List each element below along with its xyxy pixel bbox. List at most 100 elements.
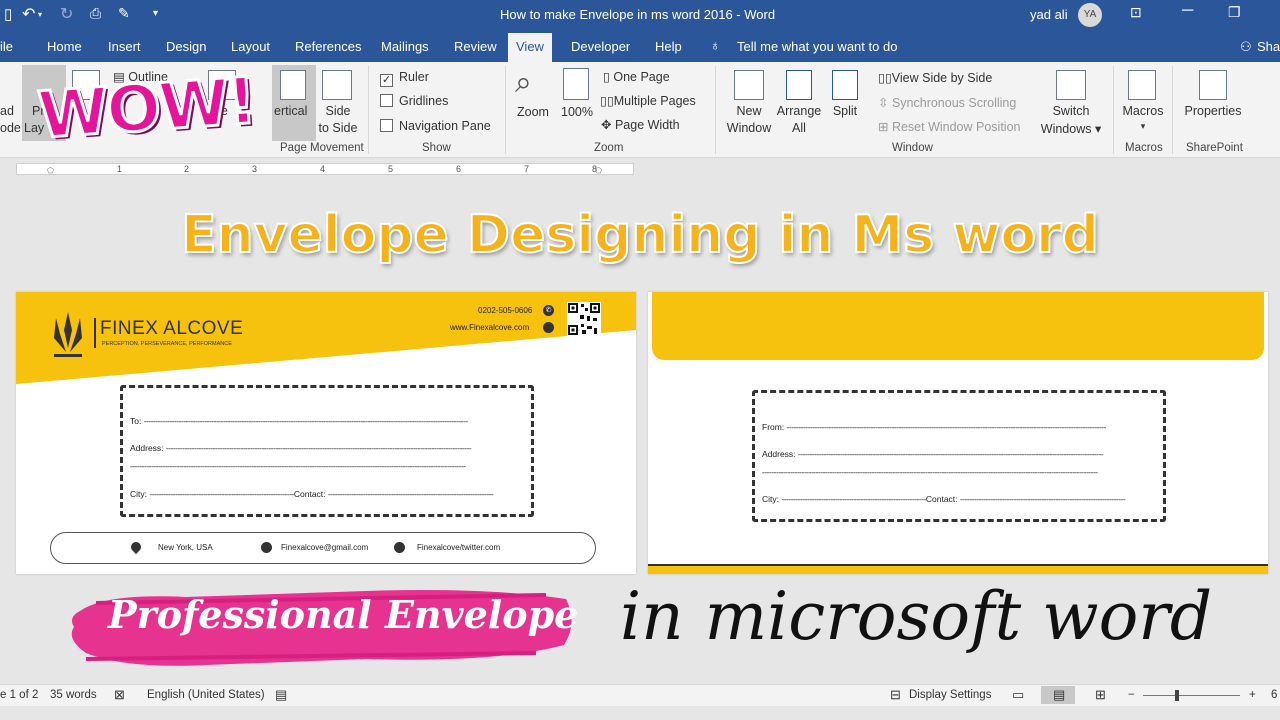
undo-icon[interactable]: ↶	[22, 4, 35, 24]
gridlines-label: Gridlines	[399, 94, 449, 108]
switch-windows-label-1[interactable]: Switch	[1044, 104, 1098, 118]
track-changes-icon[interactable]: ▤	[275, 687, 287, 703]
left-indent-marker[interactable]: ⬠	[47, 166, 54, 175]
arrange-all-label-1[interactable]: Arrange	[773, 104, 825, 118]
word-count[interactable]: 35 words	[50, 689, 97, 701]
city-contact-line[interactable]: City: ----------------------------------…	[130, 489, 522, 499]
address-line[interactable]: Address: -------------------------------…	[130, 443, 522, 453]
user-name[interactable]: yad ali	[1030, 7, 1068, 22]
email-icon	[261, 542, 272, 553]
display-settings-icon[interactable]: ⊟	[890, 687, 901, 703]
properties-label[interactable]: Properties	[1180, 104, 1246, 118]
share-button[interactable]: Shar	[1257, 39, 1280, 54]
lightbulb-icon: ♁	[710, 37, 721, 53]
ruler-checkbox[interactable]: ✓ Ruler	[380, 70, 429, 87]
qr-code	[567, 302, 601, 336]
new-window-label-2[interactable]: Window	[722, 121, 776, 135]
side-to-side-icon[interactable]	[322, 70, 352, 100]
tab-review[interactable]: Review	[454, 39, 497, 54]
read-mode-label-1[interactable]: ad	[0, 104, 14, 118]
zoom-magnifier-icon[interactable]: ⌕	[515, 66, 532, 100]
zoom-100-icon[interactable]	[563, 68, 589, 100]
language[interactable]: English (United States)	[147, 689, 265, 701]
switch-windows-label-2[interactable]: Windows ▾	[1038, 121, 1104, 136]
tab-help[interactable]: Help	[655, 39, 682, 54]
sender-address-line[interactable]: Address: -------------------------------…	[762, 449, 1154, 459]
tab-home[interactable]: Home	[47, 39, 82, 54]
navigation-pane-checkbox[interactable]: Navigation Pane	[380, 119, 491, 133]
zoom-out-icon[interactable]: −	[1128, 689, 1135, 701]
display-settings[interactable]: Display Settings	[909, 689, 991, 701]
synchronous-scrolling-button[interactable]: ⇳ Synchronous Scrolling	[878, 95, 1016, 110]
tab-design[interactable]: Design	[166, 39, 206, 54]
to-line[interactable]: To: ------------------------------------…	[130, 416, 522, 426]
print-icon[interactable]: ⎙	[90, 5, 101, 22]
sender-address-line-2[interactable]: ----------------------------------------…	[762, 467, 1154, 477]
edit-icon[interactable]: ✎	[118, 5, 130, 22]
avatar[interactable]: YA	[1078, 3, 1102, 27]
reset-window-position-button[interactable]: ⊞ Reset Window Position	[878, 119, 1020, 134]
tab-file[interactable]: ile	[0, 39, 13, 54]
macros-icon[interactable]	[1128, 70, 1156, 100]
redo-icon[interactable]: ↻	[60, 4, 73, 24]
split-icon[interactable]	[832, 70, 858, 100]
group-divider	[1113, 66, 1114, 154]
tab-references[interactable]: References	[295, 39, 361, 54]
ruler-number: 6	[456, 164, 462, 174]
tab-insert[interactable]: Insert	[108, 39, 141, 54]
side-to-side-label-2[interactable]: to Side	[314, 121, 362, 135]
multiple-pages-button[interactable]: ▯▯Multiple Pages	[600, 93, 696, 108]
page-count[interactable]: e 1 of 2	[0, 689, 38, 701]
properties-icon[interactable]	[1199, 70, 1227, 100]
from-line[interactable]: From: ----------------------------------…	[762, 422, 1154, 432]
one-page-button[interactable]: ▯ One Page	[603, 69, 670, 84]
minimize-icon[interactable]: ─	[1182, 2, 1193, 20]
tell-me-search[interactable]: Tell me what you want to do	[737, 39, 897, 54]
maximize-icon[interactable]: ❐	[1228, 4, 1241, 21]
read-mode-label-2[interactable]: ode	[0, 121, 21, 135]
zoom-button-label[interactable]: Zoom	[512, 105, 554, 119]
horizontal-ruler[interactable]: 1 2 3 4 5 6 7 8 ⬠ ⬠	[16, 163, 634, 175]
page-width-label: Page Width	[614, 118, 680, 132]
gridlines-checkbox[interactable]: Gridlines	[380, 94, 448, 108]
footer-email: Finexalcove@gmail.com	[281, 543, 369, 552]
zoom-level[interactable]: 6	[1271, 689, 1277, 701]
address-label: Address:	[130, 443, 164, 453]
web-layout-icon[interactable]: ⊞	[1095, 687, 1106, 703]
read-mode-icon[interactable]: ▭	[1012, 687, 1024, 703]
macros-dropdown-icon[interactable]: ▾	[1120, 121, 1166, 132]
sender-city-contact-line[interactable]: City: ----------------------------------…	[762, 494, 1154, 504]
macros-group-label: Macros	[1125, 142, 1163, 154]
zoom-100-label[interactable]: 100%	[561, 105, 593, 119]
page-width-button[interactable]: ✥ Page Width	[601, 117, 680, 132]
arrange-all-label-2[interactable]: All	[773, 121, 825, 135]
customize-toolbar-icon[interactable]: ▾	[153, 8, 158, 19]
tab-mailings[interactable]: Mailings	[381, 39, 429, 54]
undo-dropdown-icon[interactable]: ▾	[38, 10, 42, 19]
ruler-number: 2	[184, 164, 190, 174]
share-icon[interactable]: ⚇	[1240, 39, 1252, 55]
side-to-side-label-1[interactable]: Side	[316, 104, 360, 118]
macros-button-label[interactable]: Macros	[1120, 104, 1166, 118]
ruler-check-icon: ✓	[380, 74, 393, 87]
save-icon[interactable]: ▯	[4, 5, 12, 23]
from-label: From:	[762, 422, 785, 432]
arrange-all-icon[interactable]	[786, 70, 812, 100]
address-line-2[interactable]: ----------------------------------------…	[130, 461, 522, 471]
tab-view[interactable]: View	[508, 33, 552, 62]
tab-developer[interactable]: Developer	[571, 39, 630, 54]
view-side-by-side-button[interactable]: ▯▯View Side by Side	[878, 70, 992, 85]
new-window-label-1[interactable]: New	[726, 104, 772, 118]
zoom-slider-thumb[interactable]	[1175, 690, 1179, 701]
new-window-icon[interactable]	[734, 70, 764, 100]
split-label[interactable]: Split	[825, 104, 865, 118]
switch-windows-icon[interactable]	[1056, 70, 1086, 100]
tab-layout[interactable]: Layout	[231, 39, 270, 54]
right-indent-marker[interactable]: ⬠	[595, 166, 602, 175]
envelope-front: FINEX ALCOVE PERCEPTION, PERSEVERANCE, P…	[16, 292, 636, 574]
proofing-icon[interactable]: ⊠	[114, 687, 125, 703]
zoom-in-icon[interactable]: +	[1249, 689, 1256, 701]
zoom-slider-track[interactable]	[1143, 695, 1240, 696]
window-title: How to make Envelope in ms word 2016 - W…	[500, 7, 776, 22]
ribbon-display-icon[interactable]: ⊡	[1130, 4, 1142, 21]
